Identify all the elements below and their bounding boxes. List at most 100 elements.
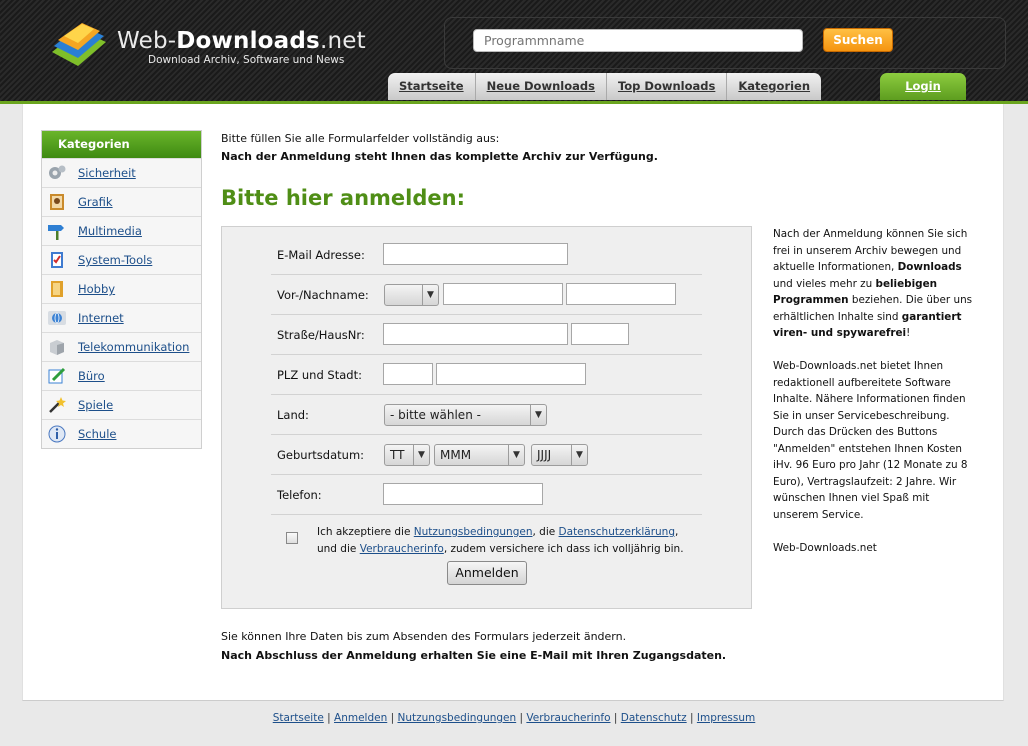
sidebar-item-label: Multimedia <box>78 224 142 238</box>
sidebar-item-label: Schule <box>78 427 117 441</box>
globe-icon <box>48 311 66 325</box>
sidebar-item-internet[interactable]: Internet <box>42 303 201 332</box>
phone-label: Telefon: <box>277 488 322 502</box>
sidebar-item-label: Sicherheit <box>78 166 136 180</box>
sidebar-item-hobby[interactable]: Hobby <box>42 274 201 303</box>
site-name[interactable]: Web-Downloads.net <box>117 28 366 54</box>
sidebar-item-system-tools[interactable]: System-Tools <box>42 245 201 274</box>
footer-link-nutzungsbedingungen[interactable]: Nutzungsbedingungen <box>397 712 516 724</box>
terms-text-part: Ich akzeptiere die <box>317 526 414 538</box>
form-row-name: Vor-/Nachname: ▼ <box>271 274 702 315</box>
chevron-down-icon: ▼ <box>571 445 587 465</box>
intro-text-bold: Nach der Anmeldung steht Ihnen das kompl… <box>221 150 658 163</box>
nav-startseite[interactable]: Startseite <box>388 73 475 100</box>
info-text: ! <box>906 327 911 339</box>
year-select-value: JJJJ <box>537 448 552 462</box>
terms-checkbox[interactable] <box>286 532 298 544</box>
street-field[interactable] <box>383 323 568 345</box>
sidebar-item-telekommunikation[interactable]: Telekommunikation <box>42 332 201 361</box>
sidebar-item-grafik[interactable]: Grafik <box>42 187 201 216</box>
main-nav: Startseite Neue Downloads Top Downloads … <box>388 73 822 100</box>
sidebar-title: Kategorien <box>42 131 201 158</box>
checklist-icon <box>51 252 63 268</box>
day-select[interactable]: TT ▼ <box>384 444 430 466</box>
first-name-field[interactable] <box>443 283 563 305</box>
terms-text-part: , zudem versichere ich dass ich volljähr… <box>443 542 684 555</box>
info-paragraph: Nach der Anmeldung können Sie sich frei … <box>773 226 973 342</box>
info-text-bold: Downloads <box>897 261 962 273</box>
footer-link-anmelden[interactable]: Anmelden <box>334 712 387 724</box>
sidebar-item-label: Internet <box>78 311 124 325</box>
name-label: Vor-/Nachname: <box>277 288 369 302</box>
form-row-country: Land: - bitte wählen - ▼ <box>271 394 702 435</box>
terms-link[interactable]: Nutzungsbedingungen <box>414 526 533 538</box>
chevron-down-icon: ▼ <box>530 405 546 425</box>
email-label: E-Mail Adresse: <box>277 248 365 262</box>
search-input[interactable] <box>473 29 803 52</box>
nav-kategorien[interactable]: Kategorien <box>726 73 821 100</box>
sidebar-item-spiele[interactable]: Spiele <box>42 390 201 419</box>
salutation-select[interactable]: ▼ <box>384 284 439 306</box>
footer-link-datenschutz[interactable]: Datenschutz <box>621 712 687 724</box>
sidebar-item-label: Telekommunikation <box>78 340 190 354</box>
form-row-birthdate: Geburtsdatum: TT ▼ MMM ▼ JJJJ ▼ <box>271 434 702 475</box>
box-icon <box>50 340 64 355</box>
footer-separator: | <box>323 712 335 724</box>
logo-icon[interactable] <box>48 22 110 74</box>
site-name-light: Web- <box>117 28 177 54</box>
site-tagline: Download Archiv, Software und News <box>148 54 345 66</box>
month-select[interactable]: MMM ▼ <box>434 444 525 466</box>
sidebar-item-label: System-Tools <box>78 253 153 267</box>
street-label: Straße/HausNr: <box>277 328 365 342</box>
book-icon <box>51 281 63 297</box>
bottom-note-bold: Nach Abschluss der Anmeldung erhalten Si… <box>221 649 727 662</box>
terms-text: Ich akzeptiere die Nutzungsbedingungen, … <box>317 524 684 557</box>
consumer-info-link[interactable]: Verbraucherinfo <box>360 543 444 555</box>
chevron-down-icon: ▼ <box>413 445 429 465</box>
intro-text: Bitte füllen Sie alle Formularfelder vol… <box>221 132 500 145</box>
wand-icon <box>49 397 66 413</box>
site-header: Web-Downloads.net Download Archiv, Softw… <box>0 0 1028 104</box>
house-number-field[interactable] <box>571 323 629 345</box>
country-select[interactable]: - bitte wählen - ▼ <box>384 404 547 426</box>
info-column: Nach der Anmeldung können Sie sich frei … <box>773 226 973 573</box>
zip-field[interactable] <box>383 363 433 385</box>
email-field[interactable] <box>383 243 568 265</box>
last-name-field[interactable] <box>566 283 676 305</box>
gears-icon <box>49 165 66 179</box>
pencil-icon <box>48 367 66 384</box>
footer-link-impressum[interactable]: Impressum <box>697 712 755 724</box>
login-button[interactable]: Login <box>880 73 966 100</box>
sidebar-item-multimedia[interactable]: Multimedia <box>42 216 201 245</box>
bottom-note: Sie können Ihre Daten bis zum Absenden d… <box>221 630 627 643</box>
info-paragraph-site: Web-Downloads.net <box>773 541 877 554</box>
footer-separator: | <box>686 712 697 724</box>
nav-neue-downloads[interactable]: Neue Downloads <box>474 73 606 100</box>
country-label: Land: <box>277 408 309 422</box>
form-row-street: Straße/HausNr: <box>271 314 702 355</box>
form-row-city: PLZ und Stadt: <box>271 354 702 395</box>
register-button[interactable]: Anmelden <box>447 561 527 585</box>
footer-link-verbraucherinfo[interactable]: Verbraucherinfo <box>526 712 610 724</box>
sidebar-item-label: Büro <box>78 369 105 383</box>
footer-separator: | <box>610 712 621 724</box>
info-icon <box>48 425 66 443</box>
nav-top-downloads[interactable]: Top Downloads <box>605 73 726 100</box>
sidebar-item-sicherheit[interactable]: Sicherheit <box>42 158 201 187</box>
privacy-link[interactable]: Datenschutzerklärung <box>559 526 675 538</box>
terms-text-part: und die <box>317 542 360 555</box>
sidebar-item-schule[interactable]: Schule <box>42 419 201 448</box>
country-select-value: - bitte wählen - <box>390 408 481 422</box>
search-button[interactable]: Suchen <box>823 28 893 52</box>
info-text: und vieles mehr zu <box>773 277 876 290</box>
picture-icon <box>50 194 64 210</box>
sidebar-item-buero[interactable]: Büro <box>42 361 201 390</box>
info-paragraph-pricing: Web-Downloads.net bietet Ihnen redaktion… <box>773 360 968 521</box>
year-select[interactable]: JJJJ ▼ <box>531 444 588 466</box>
city-field[interactable] <box>436 363 586 385</box>
chevron-down-icon: ▼ <box>508 445 524 465</box>
terms-text-part: , die <box>532 526 559 538</box>
footer-link-startseite[interactable]: Startseite <box>273 712 324 724</box>
phone-field[interactable] <box>383 483 543 505</box>
month-select-value: MMM <box>440 448 472 462</box>
